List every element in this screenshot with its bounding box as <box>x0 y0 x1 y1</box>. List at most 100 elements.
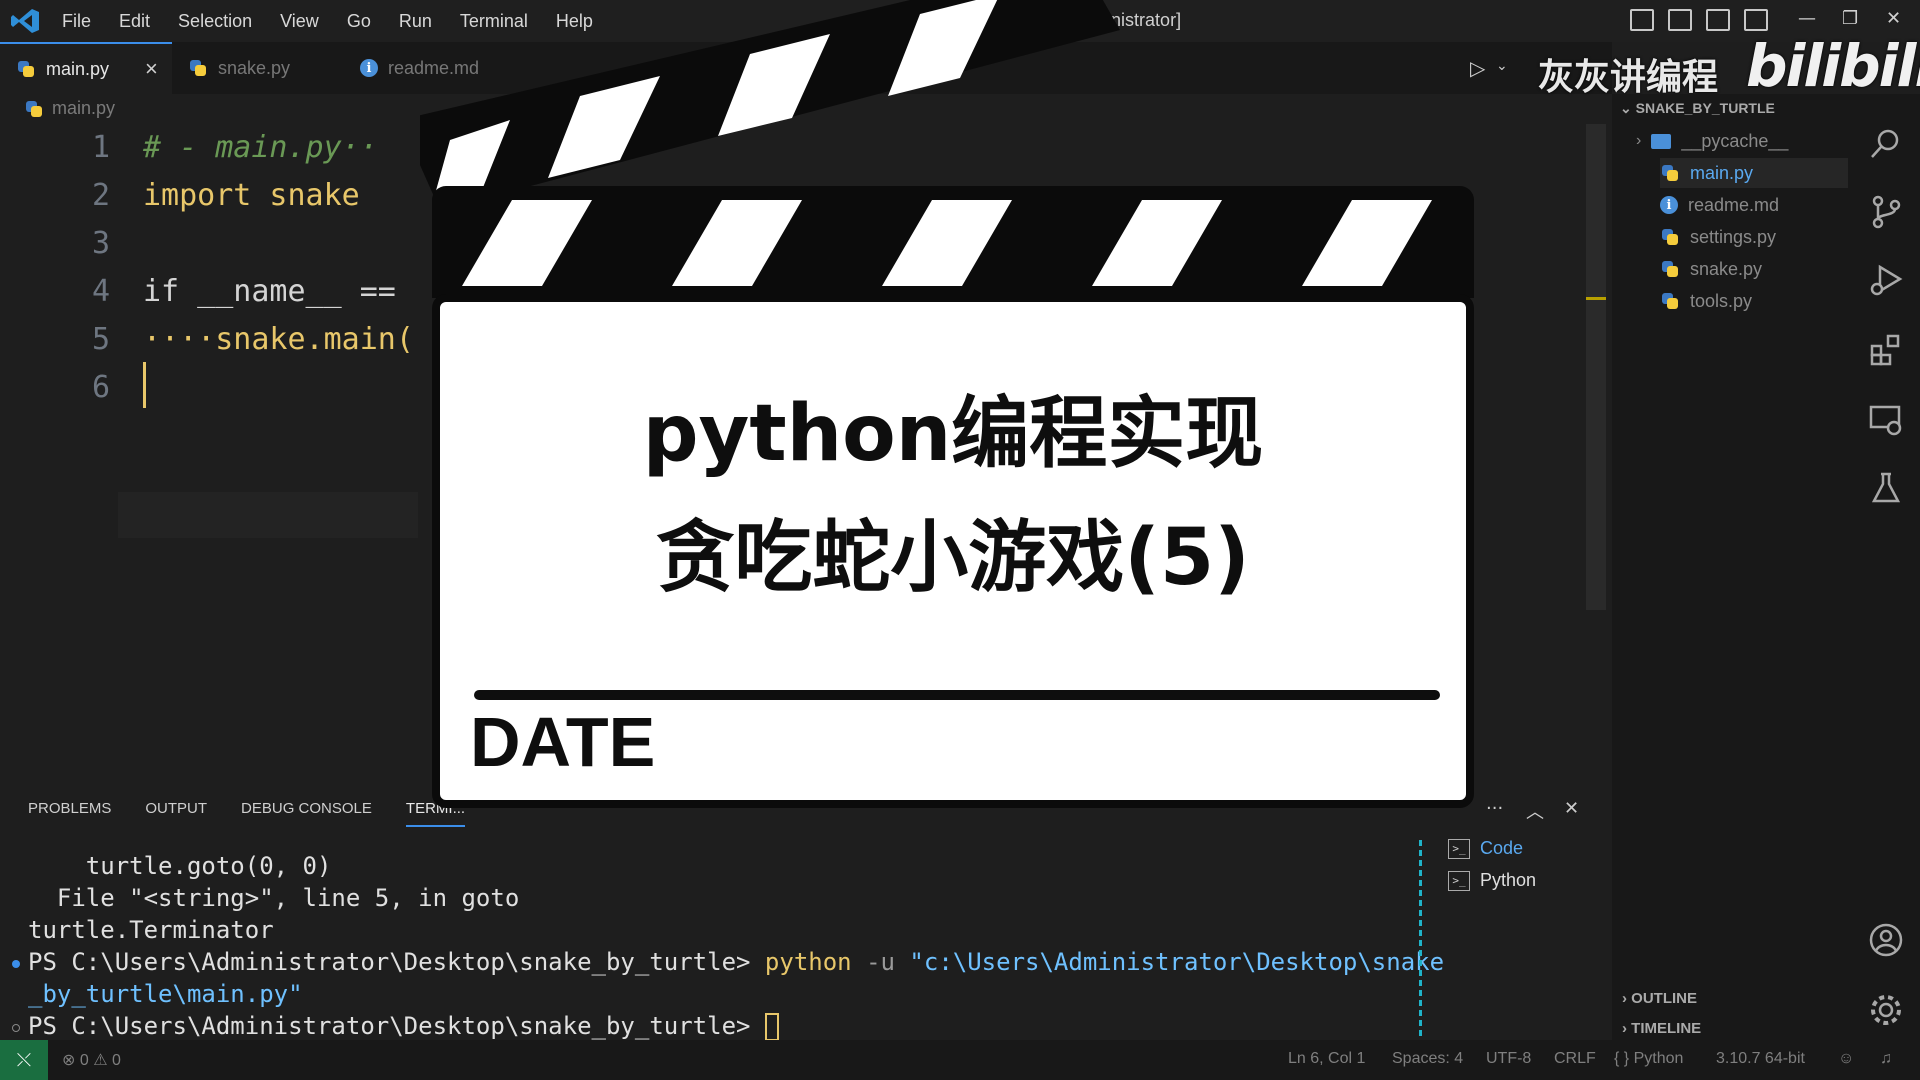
tab-snake-py[interactable]: snake.py <box>188 42 348 94</box>
outline-section[interactable]: › OUTLINE <box>1622 990 1697 1007</box>
minimize-icon[interactable]: — <box>1798 8 1816 29</box>
terminal-line: _by_turtle\main.py" <box>28 980 303 1008</box>
breadcrumb-file[interactable]: main.py <box>52 98 115 119</box>
terminal-instance-code[interactable]: >_ Code <box>1448 838 1523 859</box>
notifications-bell-icon[interactable]: ♫ <box>1880 1050 1892 1068</box>
video-title-line1: python编程实现 <box>642 389 1264 479</box>
explorer-item-tools-py[interactable]: tools.py <box>1660 286 1752 316</box>
restore-icon[interactable]: ❐ <box>1842 8 1858 29</box>
channel-watermark: 灰灰讲编程 <box>1538 57 1719 98</box>
folder-name: SNAKE_BY_TURTLE <box>1635 100 1775 116</box>
explorer-item-label: main.py <box>1690 162 1754 183</box>
tab-main-py[interactable]: main.py × <box>0 42 172 94</box>
command-status-dot <box>12 960 20 968</box>
testing-flask-icon[interactable] <box>1868 470 1904 506</box>
explorer-item-main-py[interactable]: main.py <box>1660 158 1848 188</box>
vscode-logo-icon <box>11 9 39 33</box>
warning-count: 0 <box>112 1052 121 1069</box>
editor-scrollbar[interactable] <box>1586 124 1606 610</box>
menu-selection[interactable]: Selection <box>164 11 266 32</box>
command-status-dot <box>12 1024 20 1032</box>
explorer-item-label: settings.py <box>1690 226 1777 247</box>
info-icon: i <box>360 59 378 77</box>
account-icon[interactable] <box>1868 922 1904 958</box>
menu-view[interactable]: View <box>266 11 333 32</box>
code-line: 1 # - main.py·· <box>0 130 460 176</box>
terminal-prompt: PS C:\Users\Administrator\Desktop\snake_… <box>28 1012 765 1040</box>
close-panel-icon[interactable]: ✕ <box>1564 798 1579 819</box>
eol-status[interactable]: CRLF <box>1554 1050 1596 1068</box>
menu-go[interactable]: Go <box>333 11 385 32</box>
terminal-icon: >_ <box>1448 870 1470 891</box>
current-line-highlight <box>118 492 418 538</box>
indentation-status[interactable]: Spaces: 4 <box>1392 1050 1463 1068</box>
section-label: TIMELINE <box>1631 1020 1702 1037</box>
interpreter-status[interactable]: 3.10.7 64-bit <box>1716 1050 1805 1068</box>
explorer-item-label: tools.py <box>1690 290 1753 311</box>
tab-problems[interactable]: PROBLEMS <box>28 800 111 827</box>
terminal-cmd: python <box>764 948 852 976</box>
slate-divider <box>474 690 1440 700</box>
remote-explorer-icon[interactable] <box>1868 402 1904 438</box>
language-label: Python <box>1633 1050 1684 1067</box>
layout-controls <box>1630 9 1768 31</box>
line-number: 5 <box>91 322 110 357</box>
python-file-icon <box>1660 163 1680 183</box>
python-file-icon <box>24 99 44 119</box>
close-window-icon[interactable]: ✕ <box>1886 8 1901 29</box>
close-tab-icon[interactable]: × <box>145 56 158 82</box>
panel-tab-bar: PROBLEMS OUTPUT DEBUG CONSOLE TERMI... <box>28 800 466 827</box>
explorer-item-snake-py[interactable]: snake.py <box>1660 254 1762 284</box>
video-title: python编程实现 贪吃蛇小游戏(5) <box>432 372 1474 620</box>
terminal-cursor <box>764 1013 779 1041</box>
tab-debug-console[interactable]: DEBUG CONSOLE <box>241 800 372 827</box>
terminal-split-divider <box>1419 840 1422 1040</box>
terminal-input-line[interactable]: PS C:\Users\Administrator\Desktop\snake_… <box>28 1012 779 1041</box>
customize-layout-icon[interactable] <box>1744 9 1768 31</box>
explorer-item-label: __pycache__ <box>1681 130 1789 151</box>
encoding-status[interactable]: UTF-8 <box>1486 1050 1531 1068</box>
tab-output[interactable]: OUTPUT <box>145 800 207 827</box>
tab-label: main.py <box>46 58 110 79</box>
terminal-instance-python[interactable]: >_ Python <box>1448 870 1536 891</box>
chevron-right-icon: › <box>1636 132 1642 149</box>
timeline-section[interactable]: › TIMELINE <box>1622 1020 1701 1037</box>
terminal-command-line: PS C:\Users\Administrator\Desktop\snake_… <box>28 948 1444 976</box>
menu-file[interactable]: File <box>48 11 105 32</box>
code-line: 4 if __name__ == <box>0 274 460 320</box>
source-control-icon[interactable] <box>1868 194 1904 230</box>
terminal-icon: >_ <box>1448 838 1470 859</box>
code-line: 2 import snake <box>0 178 460 224</box>
explorer-folder-header[interactable]: ⌄ SNAKE_BY_TURTLE <box>1620 100 1775 117</box>
scrollbar-cursor-marker <box>1586 297 1606 300</box>
toggle-sidebar-icon[interactable] <box>1630 9 1654 31</box>
cursor-position[interactable]: Ln 6, Col 1 <box>1288 1050 1365 1068</box>
explorer-item-label: readme.md <box>1688 194 1780 215</box>
code-text: if __name__ == <box>143 274 396 309</box>
terminal-prompt: PS C:\Users\Administrator\Desktop\snake_… <box>28 948 765 976</box>
search-icon[interactable] <box>1868 126 1904 162</box>
python-file-icon <box>1660 227 1680 247</box>
run-debug-icon[interactable] <box>1868 262 1904 298</box>
maximize-panel-icon[interactable]: ︿ <box>1526 798 1544 824</box>
clapperboard-stripe-bar <box>432 186 1474 298</box>
code-line: 6 <box>0 370 460 416</box>
toggle-panel-icon[interactable] <box>1668 9 1692 31</box>
language-mode[interactable]: { } Python <box>1614 1050 1683 1068</box>
code-line: 3 <box>0 226 460 272</box>
bilibili-logo: bilibili <box>1746 32 1920 100</box>
explorer-item-settings-py[interactable]: settings.py <box>1660 222 1776 252</box>
code-line: 5 ····snake.main( <box>0 322 460 368</box>
menu-edit[interactable]: Edit <box>105 11 164 32</box>
explorer-item-pycache[interactable]: › __pycache__ <box>1636 126 1788 156</box>
settings-gear-icon[interactable] <box>1868 992 1904 1028</box>
terminal-instance-label: Code <box>1480 838 1524 858</box>
remote-indicator-icon[interactable]: ⤬ <box>0 1040 48 1080</box>
toggle-secondary-sidebar-icon[interactable] <box>1706 9 1730 31</box>
line-number: 2 <box>91 178 110 213</box>
extensions-icon[interactable] <box>1868 332 1904 368</box>
terminal-instance-label: Python <box>1480 870 1537 890</box>
feedback-icon[interactable]: ☺ <box>1838 1050 1854 1068</box>
problems-status[interactable]: ⊗ 0 ⚠ 0 <box>62 1050 121 1070</box>
explorer-item-readme-md[interactable]: i readme.md <box>1660 190 1779 220</box>
